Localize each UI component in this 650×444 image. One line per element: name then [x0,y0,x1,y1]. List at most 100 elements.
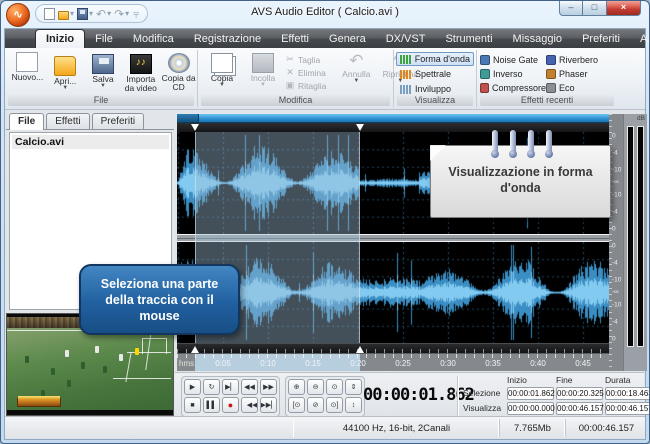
transport-play-to-end[interactable]: ▶▏ [222,379,239,395]
tab-file[interactable]: File [85,30,123,48]
ritaglia-icon: ▣ [285,80,295,91]
effect-noise-gate[interactable]: Noise Gate [480,53,546,67]
effect-phaser[interactable]: Phaser [546,67,608,81]
button-label: Copia da CD [160,74,197,92]
transport-go-to-start[interactable]: ▏◀◀ [241,397,258,413]
ribbon-button-rip-cd[interactable]: Copia da CD [160,52,197,93]
ribbon-button-annulla[interactable]: ↶Annulla▼ [334,53,378,92]
effect-inverso[interactable]: Inverso [480,67,546,81]
selection-row: Visualizza00:00:00.00000:00:46.15700:00:… [463,401,650,415]
effect-riverbero[interactable]: Riverbero [546,53,608,67]
transport-play[interactable]: ▶ [184,379,201,395]
db-label: 0 [612,132,623,139]
transport-play-looped[interactable]: ↻ [203,379,220,395]
transport-pause[interactable]: ▌▌ [203,397,220,413]
horizontal-scrollbar[interactable] [177,114,609,123]
db-label: 0 [612,242,623,249]
ribbon-button-save[interactable]: Salva▼ [85,52,122,93]
ruler-unit-label: hms [179,359,194,368]
pin-icon [528,130,534,154]
ribbon-button-ritaglia[interactable]: ▣Ritaglia [285,79,326,92]
button-label: Taglia [298,55,320,65]
group-label-visualizza: Visualizza [397,94,473,106]
selection-end-handle[interactable] [356,346,364,353]
ruler-tick-label: 0:20 [350,359,366,368]
selection-header: Fine [556,375,605,386]
ribbon-group-modifica: Copia▼Incolla▼ ✂Taglia✕Elimina▣Ritaglia … [198,50,394,107]
db-label: -4 [612,149,623,156]
view-mode-spettrale[interactable]: Spettrale [396,67,474,81]
tab-dx-vst[interactable]: DX/VST [376,30,436,48]
view-mode-forma-d-onda[interactable]: Forma d'onda [396,52,474,66]
sidebar-tab-file[interactable]: File [9,113,44,130]
chevron-down-icon: ▼ [260,83,266,88]
transport-go-to-end[interactable]: ▶▶▏ [260,397,277,413]
transport-zoom-sel-left[interactable]: [⊙ [288,397,305,413]
annulla-icon: ↶ [349,53,363,69]
selection-info-panel: InizioFineDurata Selezione00:00:01.86200… [463,375,650,416]
ribbon-button-new-file[interactable]: Nuovo... [9,52,46,93]
button-label: Spettrale [415,69,451,79]
button-label: Inverso [493,69,523,79]
effect-eco[interactable]: Eco [546,81,608,95]
tab-preferiti[interactable]: Preferiti [572,30,630,48]
effect-icon [546,55,556,65]
zoom-controls: ⊕⊖⊙⇕ [⊙⊘⊙]↕ [285,376,365,417]
visualizza-items: Forma d'ondaSpettraleInviluppo [394,50,476,96]
transport-zoom-full[interactable]: ⊘ [307,397,324,413]
ribbon-group-visualizza: Forma d'ondaSpettraleInviluppo Visualizz… [394,50,477,107]
tooltip-note-text: Visualizzazione in forma d'onda [436,164,605,196]
transport-zoom-out[interactable]: ⊖ [307,379,324,395]
selection-end-handle[interactable] [356,124,364,131]
ribbon-button-import-video[interactable]: ♪♪Importa da video [122,52,159,93]
transport-stop[interactable]: ■ [184,397,201,413]
pin-icon [510,130,516,154]
transport-zoom-vertical-in[interactable]: ⇕ [345,379,362,395]
tab-registrazione[interactable]: Registrazione [184,30,271,48]
ribbon-button-taglia[interactable]: ✂Taglia [285,53,326,66]
effect-compressore[interactable]: Compressore [480,81,546,95]
selection-start-handle[interactable] [191,124,199,131]
transport-rewind[interactable]: ◀◀ [241,379,258,395]
button-label: Compressore [492,83,546,93]
ribbon: Nuovo...Apri...▼Salva▼♪♪Importa da video… [5,48,645,110]
ribbon-button-elimina[interactable]: ✕Elimina [285,66,326,79]
tab-inizio[interactable]: Inizio [35,29,85,48]
file-list-item[interactable]: Calcio.avi [12,135,169,149]
file-group-buttons: Nuovo...Apri...▼Salva▼♪♪Importa da video… [5,50,197,93]
tab-effetti[interactable]: Effetti [271,30,319,48]
db-label: -10 [612,302,623,309]
transport-zoom-selection[interactable]: ⊙ [326,379,343,395]
tab-genera[interactable]: Genera [319,30,376,48]
waveform-icon [400,55,411,64]
tab-aiuto[interactable]: Aiuto [630,30,650,48]
tab-missaggio[interactable]: Missaggio [503,30,573,48]
transport-bar: ▶↻▶▏◀◀▶▶ ■▌▌●▏◀◀▶▶▏ ⊕⊖⊙⇕ [⊙⊘⊙]↕ 00:00:01… [175,372,644,420]
playback-controls: ▶↻▶▏◀◀▶▶ ■▌▌●▏◀◀▶▶▏ [181,376,280,417]
transport-fast-forward[interactable]: ▶▶ [260,379,277,395]
elimina-icon: ✕ [285,67,295,78]
sidebar-tab-preferiti[interactable]: Preferiti [92,113,144,129]
maximize-button[interactable]: □ [583,1,607,16]
minimize-button[interactable]: – [559,1,583,16]
sidebar-tab-effetti[interactable]: Effetti [46,113,89,129]
transport-zoom-vertical-out[interactable]: ↕ [345,397,362,413]
pin-icon [492,130,498,154]
ribbon-button-open-folder[interactable]: Apri...▼ [47,52,84,93]
spectral-icon [400,70,411,79]
transport-zoom-sel-right[interactable]: ⊙] [326,397,343,413]
close-button[interactable]: × [607,1,641,16]
ribbon-button-copia[interactable]: Copia▼ [202,52,242,92]
taglia-icon: ✂ [285,54,295,65]
tab-modifica[interactable]: Modifica [123,30,184,48]
ribbon-button-incolla[interactable]: Incolla▼ [243,52,283,92]
window-controls: – □ × [559,1,641,16]
tab-strumenti[interactable]: Strumenti [435,30,502,48]
selection-handle-strip-bottom[interactable] [177,343,609,353]
selection-start-handle[interactable] [191,346,199,353]
transport-zoom-in[interactable]: ⊕ [288,379,305,395]
transport-record[interactable]: ● [222,397,239,413]
button-label: Ritaglia [298,81,326,91]
time-ruler[interactable]: hms 0:050:100:150:200:250:300:350:400:45 [177,353,609,371]
db-label: -∞ [612,289,623,296]
